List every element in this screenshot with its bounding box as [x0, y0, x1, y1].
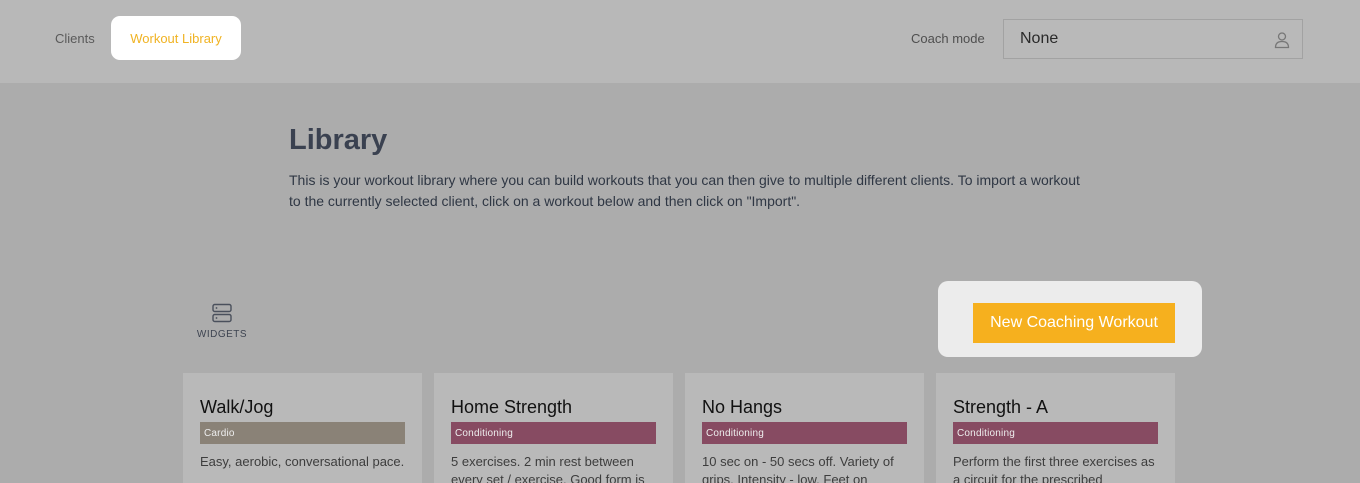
workout-card-description: Perform the first three exercises as a c… [953, 454, 1155, 483]
workout-card-description: 10 sec on - 50 secs off. Variety of grip… [702, 454, 894, 483]
user-icon [1274, 32, 1290, 49]
server-icon [212, 303, 232, 323]
new-coaching-workout-button[interactable]: New Coaching Workout [973, 303, 1175, 343]
coach-mode-select[interactable]: None [1003, 19, 1303, 59]
workout-card-category-tag: Conditioning [451, 422, 656, 444]
workout-card[interactable]: Home Strength Conditioning 5 exercises. … [434, 373, 673, 483]
widgets-label: WIDGETS [196, 329, 248, 340]
workout-card-title: Strength - A [953, 397, 1049, 417]
nav-workout-library-tab[interactable]: Workout Library [111, 16, 241, 60]
library-description: This is your workout library where you c… [289, 172, 1080, 209]
workout-card-category-tag: Conditioning [953, 422, 1158, 444]
workout-card[interactable]: Strength - A Conditioning Perform the fi… [936, 373, 1175, 483]
coach-mode-value: None [1020, 30, 1059, 47]
widgets-button[interactable]: WIDGETS [192, 303, 252, 340]
nav-clients-link[interactable]: Clients [55, 31, 95, 46]
workout-card-description: 5 exercises. 2 min rest between every se… [451, 454, 645, 483]
page-title: Library [289, 124, 388, 156]
workout-card-category-tag: Cardio [200, 422, 405, 444]
workout-card-description: Easy, aerobic, conversational pace. [200, 454, 405, 469]
workout-card[interactable]: Walk/Jog Cardio Easy, aerobic, conversat… [183, 373, 422, 483]
workout-card-title: No Hangs [702, 397, 783, 417]
workout-card-title: Walk/Jog [200, 397, 274, 417]
workout-card-category-tag: Conditioning [702, 422, 907, 444]
workout-card-title: Home Strength [451, 397, 573, 417]
coach-mode-label: Coach mode [911, 31, 985, 46]
top-bar: Clients Workout Library Coach mode None [0, 0, 1360, 83]
workout-card[interactable]: No Hangs Conditioning 10 sec on - 50 sec… [685, 373, 924, 483]
new-workout-highlight: New Coaching Workout [938, 281, 1202, 357]
